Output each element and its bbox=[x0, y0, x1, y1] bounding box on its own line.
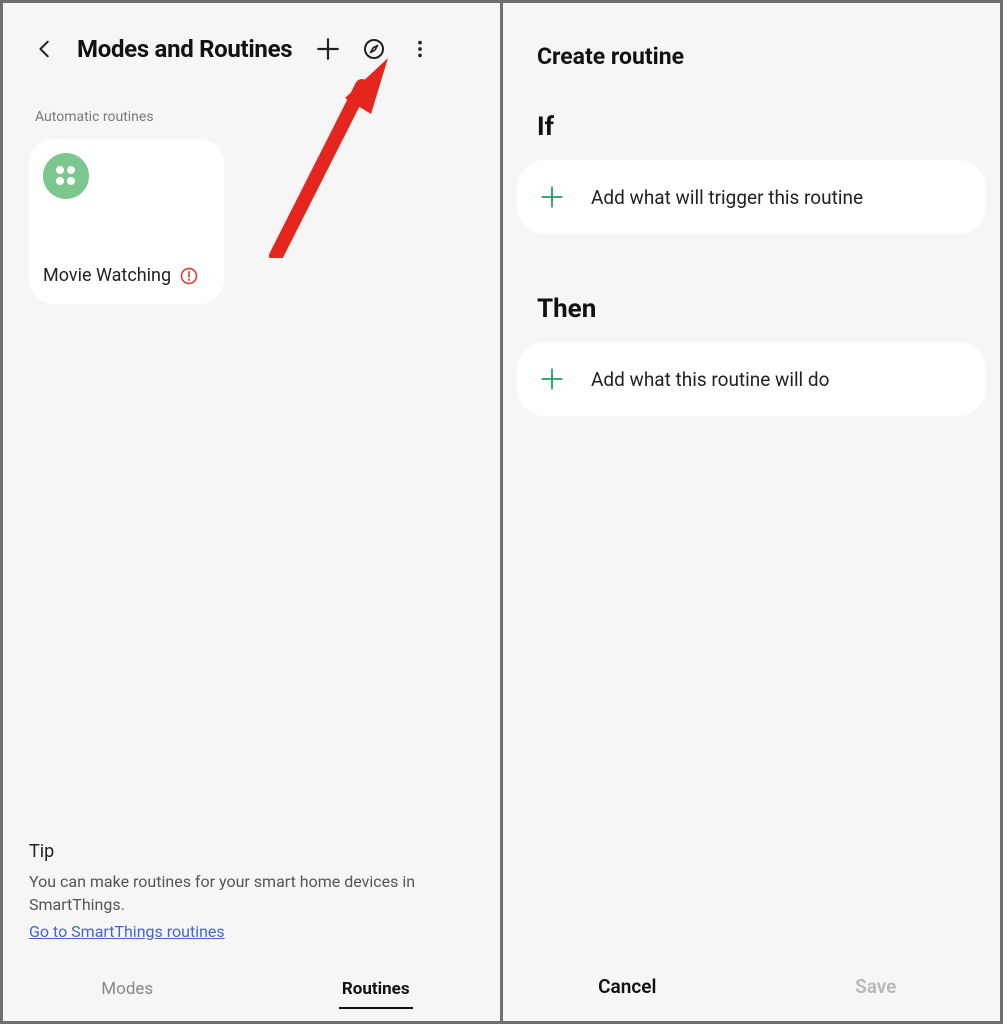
tip-body: You can make routines for your smart hom… bbox=[29, 870, 476, 916]
plus-icon bbox=[539, 366, 565, 392]
tip-block: Tip You can make routines for your smart… bbox=[3, 841, 500, 957]
create-routine-screen: Create routine If Add what will trigger … bbox=[503, 3, 1000, 1021]
header: Modes and Routines bbox=[3, 3, 500, 85]
add-trigger-button[interactable]: Add what will trigger this routine bbox=[517, 160, 986, 234]
add-action-button[interactable]: Add what this routine will do bbox=[517, 342, 986, 416]
back-icon[interactable] bbox=[31, 35, 59, 63]
tab-modes[interactable]: Modes bbox=[3, 957, 252, 1021]
routine-name: Movie Watching bbox=[43, 265, 171, 286]
plus-icon bbox=[539, 184, 565, 210]
bottom-actions: Cancel Save bbox=[503, 951, 1000, 1021]
save-button[interactable]: Save bbox=[752, 951, 1001, 1021]
warning-icon bbox=[179, 266, 199, 286]
cancel-button[interactable]: Cancel bbox=[503, 951, 752, 1021]
add-trigger-text: Add what will trigger this routine bbox=[591, 186, 863, 209]
routine-app-icon bbox=[43, 153, 89, 199]
create-routine-title: Create routine bbox=[503, 3, 1000, 112]
routines-list-screen: Modes and Routines Automatic routines Mo… bbox=[3, 3, 500, 1021]
section-label-automatic: Automatic routines bbox=[3, 85, 500, 139]
routine-card[interactable]: Movie Watching bbox=[29, 139, 224, 304]
discover-icon[interactable] bbox=[360, 35, 388, 63]
then-section-label: Then bbox=[503, 294, 1000, 342]
add-routine-button[interactable] bbox=[314, 35, 342, 63]
page-title: Modes and Routines bbox=[77, 35, 292, 63]
smartthings-link[interactable]: Go to SmartThings routines bbox=[29, 922, 225, 941]
more-options-icon[interactable] bbox=[406, 35, 434, 63]
tab-routines[interactable]: Routines bbox=[252, 957, 501, 1021]
add-action-text: Add what this routine will do bbox=[591, 368, 829, 391]
bottom-tabs: Modes Routines bbox=[3, 957, 500, 1021]
tip-heading: Tip bbox=[29, 841, 476, 862]
if-section-label: If bbox=[503, 112, 1000, 160]
